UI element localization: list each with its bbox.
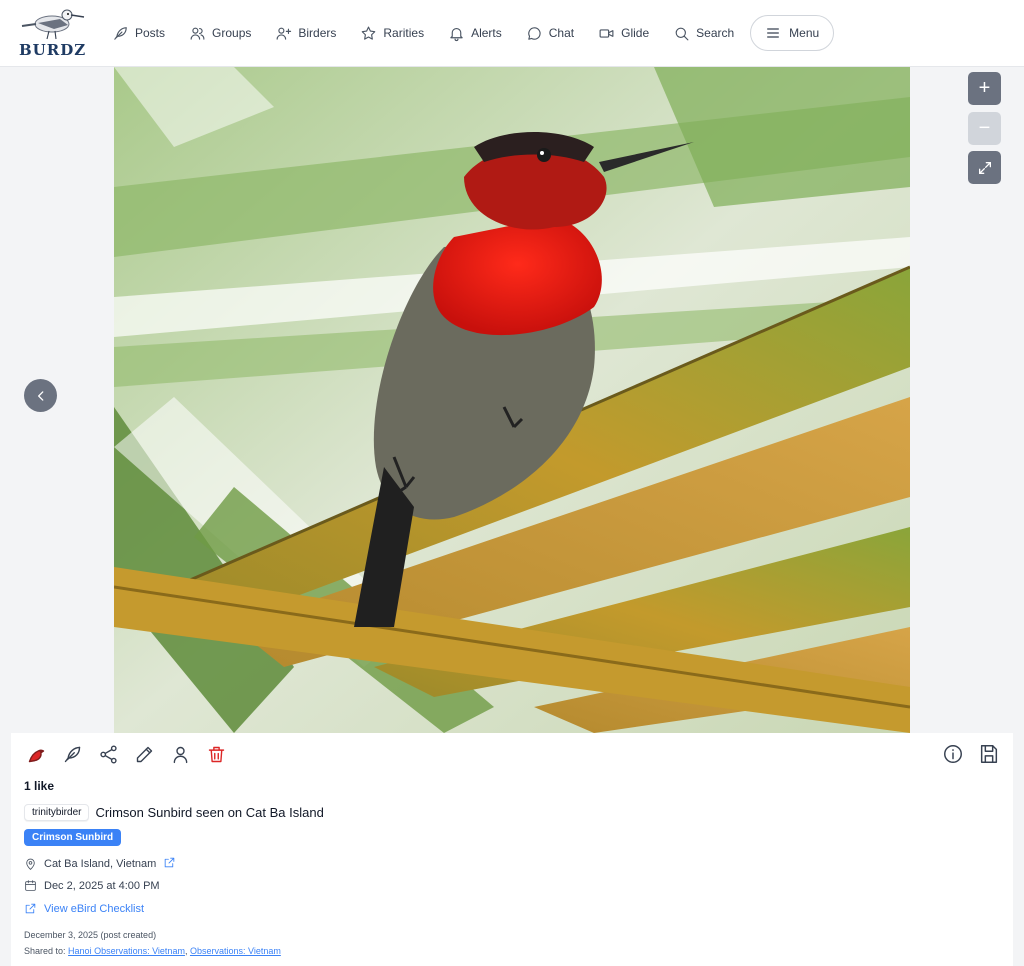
calendar-icon [25, 880, 36, 891]
video-icon [599, 28, 614, 38]
species-tag[interactable]: Crimson Sunbird [24, 829, 122, 846]
post-details: 1 like trinitybirder Crimson Sunbird see… [11, 733, 1013, 966]
datetime-text: Dec 2, 2025 at 4:00 PM [44, 879, 160, 892]
nav-alerts[interactable]: Alerts [436, 15, 514, 51]
save-button[interactable] [978, 743, 1000, 770]
main-nav: Posts Groups Birders Rarities Alerts Cha… [100, 0, 835, 66]
chevron-left-icon [37, 390, 43, 401]
ebird-link-text: View eBird Checklist [44, 902, 145, 915]
nav-search-label: Search [696, 26, 735, 40]
photo-viewer: + − [11, 67, 1013, 733]
fullscreen-button[interactable] [968, 151, 1001, 184]
nav-posts[interactable]: Posts [100, 15, 177, 51]
post-secondary-actions [942, 743, 1000, 770]
nav-birders[interactable]: Birders [263, 15, 348, 51]
star-icon [362, 26, 376, 40]
menu-button[interactable]: Menu [750, 15, 835, 51]
caption-row: trinitybirder Crimson Sunbird seen on Ca… [24, 804, 324, 821]
shared-to-line: Shared to: Hanoi Observations: Vietnam, … [24, 946, 281, 956]
bird-logo-icon [21, 9, 85, 40]
nav-rarities[interactable]: Rarities [348, 15, 436, 51]
nav-chat[interactable]: Chat [514, 15, 586, 51]
zoom-in-icon: + [978, 77, 991, 99]
shared-group-link[interactable]: Observations: Vietnam [190, 946, 281, 956]
info-button[interactable] [942, 743, 964, 770]
location-row: Cat Ba Island, Vietnam [24, 856, 176, 872]
nav-glide-label: Glide [621, 26, 650, 40]
external-link-icon [165, 857, 175, 868]
feather-icon [114, 26, 127, 40]
nav-chat-label: Chat [548, 26, 575, 40]
logo-text: BURDZ [19, 41, 87, 59]
info-icon [944, 745, 962, 763]
edit-button[interactable] [133, 743, 155, 765]
chat-bubble-icon [527, 26, 541, 40]
delete-button[interactable] [205, 743, 227, 765]
users-icon [190, 27, 205, 40]
nav-groups[interactable]: Groups [177, 15, 263, 51]
datetime-row: Dec 2, 2025 at 4:00 PM [24, 879, 160, 892]
post-caption: Crimson Sunbird seen on Cat Ba Island [95, 805, 324, 820]
search-icon [675, 27, 689, 40]
location-text: Cat Ba Island, Vietnam [44, 858, 157, 870]
burdz-logo[interactable]: BURDZ [14, 5, 90, 61]
like-button[interactable] [25, 743, 47, 765]
crimson-sunbird-photo [114, 67, 910, 733]
hamburger-icon [767, 28, 780, 38]
comment-feather-button[interactable] [61, 743, 83, 765]
post-action-bar [25, 743, 227, 765]
nav-posts-label: Posts [135, 26, 166, 40]
feather-icon [64, 746, 80, 762]
bird-like-icon [28, 749, 44, 762]
nav-birders-label: Birders [298, 26, 337, 40]
nav-alerts-label: Alerts [471, 26, 502, 40]
nav-groups-label: Groups [212, 26, 252, 40]
nav-rarities-label: Rarities [383, 26, 425, 40]
previous-photo-button[interactable] [24, 379, 57, 412]
top-navigation-bar: BURDZ Posts Groups Birders Rarities Aler… [0, 0, 1024, 67]
trash-icon [208, 746, 224, 762]
share-icon [99, 744, 117, 764]
like-count: 1 like [24, 779, 55, 793]
user-plus-icon [276, 27, 292, 40]
nav-glide[interactable]: Glide [586, 15, 661, 51]
floppy-disk-icon [980, 745, 998, 763]
location-external-link[interactable] [163, 856, 176, 872]
ebird-checklist-link[interactable]: View eBird Checklist [24, 902, 144, 915]
expand-icon [978, 161, 991, 174]
username-chip[interactable]: trinitybirder [24, 804, 90, 821]
zoom-in-button[interactable]: + [968, 72, 1001, 105]
pencil-icon [136, 746, 152, 762]
post-created-date: December 3, 2025 (post created) [24, 930, 157, 940]
user-icon [173, 746, 187, 763]
map-pin-icon [26, 858, 35, 870]
external-link-icon [25, 903, 36, 914]
share-button[interactable] [97, 743, 119, 765]
profile-button[interactable] [169, 743, 191, 765]
zoom-out-icon: − [978, 117, 991, 139]
shared-to-label: Shared to: [24, 946, 66, 956]
bell-icon [450, 27, 463, 41]
bird-photo[interactable] [114, 67, 910, 733]
shared-group-link[interactable]: Hanoi Observations: Vietnam [68, 946, 185, 956]
menu-label: Menu [789, 26, 820, 40]
zoom-out-button[interactable]: − [968, 112, 1001, 145]
nav-search[interactable]: Search [661, 15, 746, 51]
